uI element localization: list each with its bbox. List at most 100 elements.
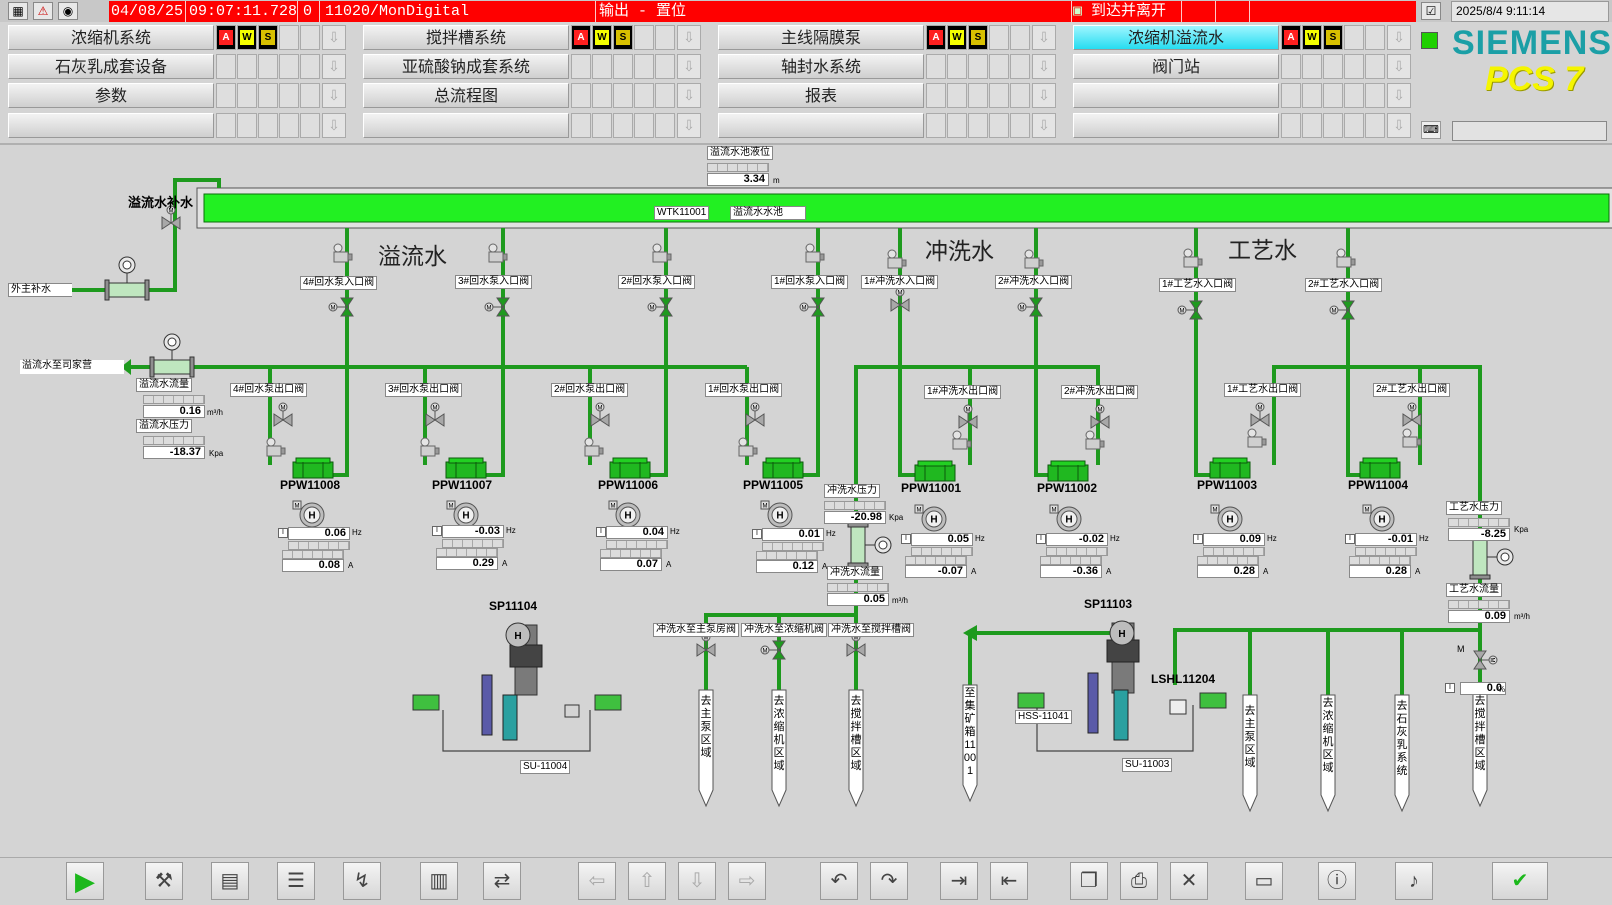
tank-level-value[interactable]: 3.34 [707, 173, 769, 186]
overflow-press-value[interactable]: -18.37 [143, 446, 205, 459]
thermometer-icon[interactable]: ▥ [420, 862, 458, 900]
pump-hz-value[interactable]: -0.03 [442, 525, 504, 538]
pump-tag[interactable]: PPW11004 [1348, 478, 1408, 492]
pump-inlet-valve-label[interactable]: 2#冲洗水入口阀 [995, 275, 1073, 289]
pump-current-value[interactable]: 0.08 [282, 559, 344, 572]
pump-tag[interactable]: PPW11002 [1037, 481, 1097, 495]
alarm-warning-icon[interactable]: ⚠ [33, 2, 53, 20]
pump-inlet-valve-label[interactable]: 3#回水泵入口阀 [455, 275, 533, 289]
nav-button-3-2[interactable] [718, 113, 924, 138]
pump-current-value[interactable]: 0.12 [756, 560, 818, 573]
pump-tag[interactable]: PPW11006 [598, 478, 658, 492]
subarea-down-arrow-icon[interactable]: ⇩ [322, 25, 346, 50]
process-flow-value[interactable]: 0.09 [1448, 610, 1510, 623]
info-icon[interactable]: ⓘ [1318, 862, 1356, 900]
nav-button-2-3[interactable] [1073, 83, 1279, 108]
nav-button-1-2[interactable]: 轴封水系统 [718, 54, 924, 79]
flush-valve-1-label[interactable]: 冲洗水至主泵房阀 [653, 623, 739, 637]
pump-outlet-valve-label[interactable]: 1#冲洗水出口阀 [924, 385, 1002, 399]
arrow-down-icon[interactable]: ⇩ [678, 862, 716, 900]
process-dest-3[interactable]: 去石灰乳系统 [1395, 700, 1409, 778]
pump-outlet-valve-label[interactable]: 4#回水泵出口阀 [230, 383, 308, 397]
pump-tag[interactable]: PPW11005 [743, 478, 803, 492]
nav-button-0-0[interactable]: 浓缩机系统 [8, 25, 214, 50]
overflow-flow-value[interactable]: 0.16 [143, 405, 205, 418]
pump-current-value[interactable]: 0.29 [436, 557, 498, 570]
nav-button-2-0[interactable]: 参数 [8, 83, 214, 108]
trend-icon[interactable]: ↯ [343, 862, 381, 900]
overflow-destination[interactable]: 溢流水至司家营 [20, 360, 124, 374]
pump-current-value[interactable]: -0.07 [905, 565, 967, 578]
screen-switch-icon[interactable]: ⇄ [483, 862, 521, 900]
flush-valve-3-label[interactable]: 冲洗水至搅拌槽阀 [828, 623, 914, 637]
subarea-down-arrow-icon[interactable]: ⇩ [1387, 54, 1411, 79]
nav-button-2-1[interactable]: 总流程图 [363, 83, 569, 108]
pump-current-value[interactable]: 0.07 [600, 558, 662, 571]
pump-current-value[interactable]: -0.36 [1040, 565, 1102, 578]
undo-icon[interactable]: ↶ [820, 862, 858, 900]
pump-hz-value[interactable]: 0.09 [1203, 533, 1265, 546]
play-icon[interactable]: ▶ [66, 862, 104, 900]
pump-tag[interactable]: PPW11008 [280, 478, 340, 492]
makeup-source[interactable]: 外主补水 [8, 283, 72, 297]
subarea-down-arrow-icon[interactable]: ⇩ [1387, 83, 1411, 108]
arrow-up-icon[interactable]: ⇧ [628, 862, 666, 900]
process-dest-4[interactable]: 去搅拌槽区域 [1473, 695, 1487, 773]
arrow-right-icon[interactable]: ⇨ [728, 862, 766, 900]
nav-button-0-2[interactable]: 主线隔膜泵 [718, 25, 924, 50]
subarea-down-arrow-icon[interactable]: ⇩ [677, 113, 701, 138]
flush-dest-1[interactable]: 去主泵区域 [699, 695, 713, 760]
pump-inlet-valve-label[interactable]: 2#工艺水入口阀 [1305, 278, 1383, 292]
pump-outlet-valve-label[interactable]: 2#回水泵出口阀 [551, 383, 629, 397]
nav-button-3-3[interactable] [1073, 113, 1279, 138]
subarea-down-arrow-icon[interactable]: ⇩ [677, 83, 701, 108]
pump-inlet-valve-label[interactable]: 4#回水泵入口阀 [300, 276, 378, 290]
subarea-down-arrow-icon[interactable]: ⇩ [677, 25, 701, 50]
pump-hz-value[interactable]: 0.05 [911, 533, 973, 546]
calendar-icon[interactable]: ☑ [1421, 2, 1441, 20]
tool-icon[interactable]: ⚒ [145, 862, 183, 900]
list-icon[interactable]: ☰ [277, 862, 315, 900]
process-press-value[interactable]: -8.25 [1448, 528, 1510, 541]
pump-outlet-valve-label[interactable]: 1#回水泵出口阀 [705, 383, 783, 397]
pump-inlet-valve-label[interactable]: 1#回水泵入口阀 [771, 275, 849, 289]
pump-tag[interactable]: PPW11007 [432, 478, 492, 492]
pump-tag[interactable]: PPW11001 [901, 481, 961, 495]
pump-inlet-valve-label[interactable]: 1#冲洗水入口阀 [861, 275, 939, 289]
copy-window-icon[interactable]: ❐ [1070, 862, 1108, 900]
pump-inlet-valve-label[interactable]: 1#工艺水入口阀 [1159, 278, 1237, 292]
flush-dest-2[interactable]: 去浓缩机区域 [772, 695, 786, 773]
level-switch-tag[interactable]: LSHL11204 [1151, 672, 1215, 686]
flush-valve-2-label[interactable]: 冲洗水至浓缩机阀 [741, 623, 827, 637]
sump-pump-1-tag[interactable]: SP11104 [489, 599, 537, 613]
redo-icon[interactable]: ↷ [870, 862, 908, 900]
nav-button-1-3[interactable]: 阀门站 [1073, 54, 1279, 79]
pump-tag[interactable]: PPW11003 [1197, 478, 1257, 492]
nav-button-1-1[interactable]: 亚硫酸钠成套系统 [363, 54, 569, 79]
nav-button-2-2[interactable]: 报表 [718, 83, 924, 108]
login-field[interactable] [1452, 121, 1607, 141]
nav-button-1-0[interactable]: 石灰乳成套设备 [8, 54, 214, 79]
nav-button-0-3[interactable]: 浓缩机溢流水 [1073, 25, 1279, 50]
subarea-down-arrow-icon[interactable]: ⇩ [1387, 25, 1411, 50]
arrow-left-icon[interactable]: ⇦ [578, 862, 616, 900]
notes-icon[interactable]: ▤ [211, 862, 249, 900]
nav-button-3-1[interactable] [363, 113, 569, 138]
pump-outlet-valve-label[interactable]: 1#工艺水出口阀 [1224, 383, 1302, 397]
flush-flow-value[interactable]: 0.05 [827, 593, 889, 606]
flush-dest-3[interactable]: 去搅拌槽区域 [849, 695, 863, 773]
pump-hz-value[interactable]: 0.01 [762, 528, 824, 541]
nav-button-3-0[interactable] [8, 113, 214, 138]
subarea-down-arrow-icon[interactable]: ⇩ [322, 83, 346, 108]
acknowledge-icon[interactable]: ✔ [1492, 862, 1548, 900]
pump-outlet-valve-label[interactable]: 3#回水泵出口阀 [385, 383, 463, 397]
alarm-line[interactable]: 04/08/25 09:07:11.728 0 11020/MonDigital… [109, 1, 1416, 22]
sound-icon[interactable]: ♪ [1395, 862, 1433, 900]
nav-button-0-1[interactable]: 搅拌槽系统 [363, 25, 569, 50]
subarea-down-arrow-icon[interactable]: ⇩ [1387, 113, 1411, 138]
subarea-down-arrow-icon[interactable]: ⇩ [1032, 83, 1056, 108]
subarea-down-arrow-icon[interactable]: ⇩ [322, 113, 346, 138]
subarea-down-arrow-icon[interactable]: ⇩ [677, 54, 701, 79]
pump-outlet-valve-label[interactable]: 2#冲洗水出口阀 [1061, 385, 1139, 399]
pump-hz-value[interactable]: -0.01 [1355, 533, 1417, 546]
